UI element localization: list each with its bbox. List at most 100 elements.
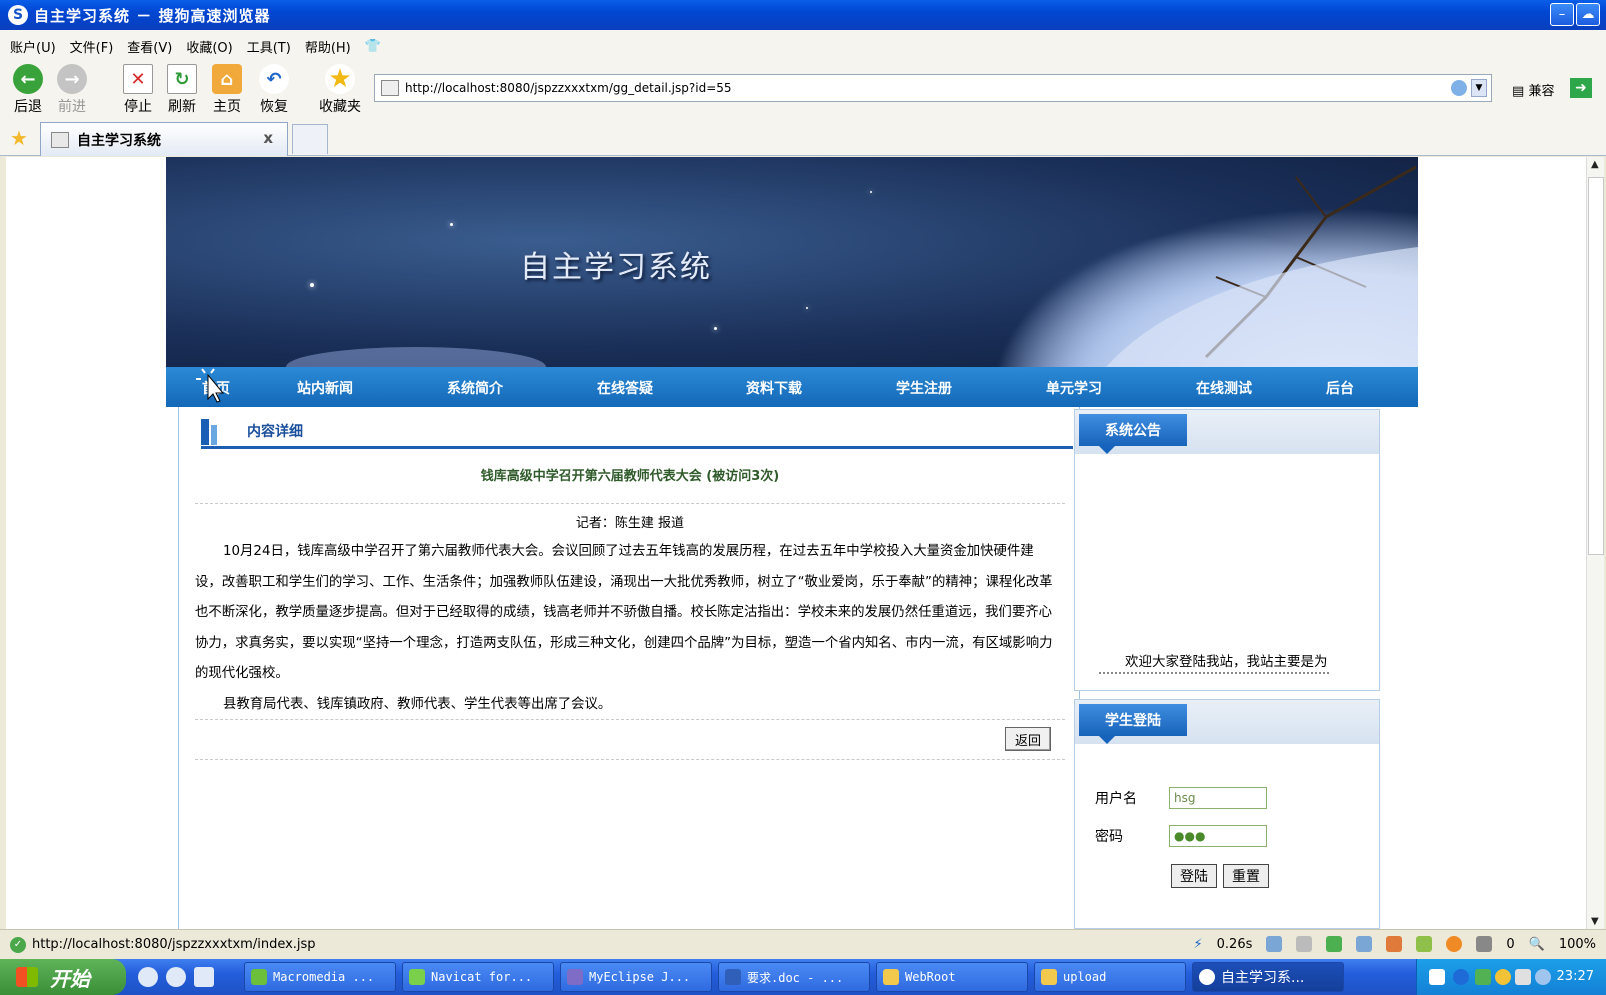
status-ok-icon: ✓ <box>10 936 26 953</box>
reset-button[interactable]: 重置 <box>1223 864 1269 888</box>
divider <box>195 759 1065 760</box>
menu-favorites[interactable]: 收藏(O) <box>186 37 232 56</box>
nav-register[interactable]: 学生注册 <box>896 378 952 398</box>
favorites-button[interactable]: ★ 收藏夹 <box>312 64 368 116</box>
undo-icon: ↶ <box>259 64 289 94</box>
refresh-icon: ↻ <box>167 64 197 94</box>
page-viewport: 自主学习系统 首页 站内新闻 系统简介 在线答疑 资料下载 学生注册 单元学习 … <box>6 157 1586 929</box>
forward-button[interactable]: → 前进 <box>48 64 96 116</box>
scroll-up-icon[interactable]: ▲ <box>1591 159 1599 170</box>
task-macromedia[interactable]: Macromedia ... <box>244 962 396 992</box>
article-title: 钱库高级中学召开第六届教师代表大会 (被访问3次) <box>480 469 780 484</box>
mouse-cursor-icon <box>196 368 225 403</box>
banner-title: 自主学习系统 <box>520 250 712 285</box>
site-banner: 自主学习系统 <box>166 157 1418 367</box>
vertical-scrollbar[interactable]: ▲ ▼ <box>1586 157 1604 929</box>
favorites-star-icon[interactable]: ★ <box>10 126 28 150</box>
minimize-button[interactable]: – <box>1550 3 1574 26</box>
refresh-button[interactable]: ↻ 刷新 <box>158 64 206 116</box>
shield-icon[interactable] <box>1476 936 1493 952</box>
start-button[interactable]: 开始 <box>0 959 126 995</box>
windows-logo-icon <box>16 967 38 987</box>
quicklaunch-icon[interactable] <box>194 967 214 987</box>
zoom-icon[interactable]: 🔍 <box>1529 937 1545 952</box>
password-input[interactable]: ●●● <box>1169 825 1267 847</box>
chevron-down-icon[interactable]: ▼ <box>1471 79 1487 97</box>
toolbar: ← 后退 → 前进 ✕ 停止 ↻ 刷新 ⌂ 主页 ↶ 恢复 ★ 收藏夹 http… <box>0 62 1606 120</box>
cloud-icon[interactable]: ☁ <box>1576 3 1600 26</box>
nav-qa[interactable]: 在线答疑 <box>597 378 653 398</box>
content-header: 内容详细 <box>201 415 1073 449</box>
tab-title: 自主学习系统 <box>77 132 161 149</box>
compat-mode-button[interactable]: ▤ 兼容 <box>1512 80 1554 99</box>
edit-icon[interactable] <box>1266 936 1283 952</box>
qq-icon[interactable] <box>1495 969 1511 985</box>
task-myeclipse[interactable]: MyEclipse J... <box>560 962 712 992</box>
security-icon[interactable] <box>1451 80 1467 96</box>
username-input[interactable]: hsg <box>1169 787 1267 809</box>
menu-account[interactable]: 账户(U) <box>10 37 56 56</box>
task-navicat[interactable]: Navicat for... <box>402 962 554 992</box>
restore-button[interactable]: ↶ 恢复 <box>250 64 298 116</box>
address-url[interactable]: http://localhost:8080/jspzzxxxtxm/gg_det… <box>405 81 732 95</box>
ie-icon[interactable] <box>138 967 158 987</box>
mouse-gesture-icon[interactable] <box>1296 936 1313 952</box>
search-tray-icon[interactable] <box>1535 969 1551 985</box>
home-button[interactable]: ⌂ 主页 <box>203 64 251 116</box>
nav-unit-study[interactable]: 单元学习 <box>1046 378 1102 398</box>
task-browser-active[interactable]: 自主学习系... <box>1192 962 1344 992</box>
nav-news[interactable]: 站内新闻 <box>297 378 353 398</box>
task-webroot-folder[interactable]: WebRoot <box>876 962 1028 992</box>
eye-care-icon[interactable] <box>1446 936 1463 952</box>
divider <box>195 503 1065 504</box>
network-icon[interactable] <box>1475 969 1491 985</box>
article-paragraph: 县教育局代表、钱库镇政府、教师代表、学生代表等出席了会议。 <box>223 696 612 712</box>
menu-bar: 账户(U) 文件(F) 查看(V) 收藏(O) 工具(T) 帮助(H) 👕 <box>0 30 1606 62</box>
menu-help[interactable]: 帮助(H) <box>305 37 351 56</box>
back-button[interactable]: 返回 <box>1005 727 1051 751</box>
task-upload-folder[interactable]: upload <box>1034 962 1186 992</box>
nav-admin[interactable]: 后台 <box>1326 378 1354 398</box>
notice-header: 系统公告 <box>1079 414 1187 454</box>
menu-view[interactable]: 查看(V) <box>127 37 172 56</box>
site-container: 自主学习系统 首页 站内新闻 系统简介 在线答疑 资料下载 学生注册 单元学习 … <box>166 157 1418 929</box>
article-byline: 记者：陈生建 报道 <box>575 516 685 531</box>
task-word-doc[interactable]: 要求.doc - ... <box>718 962 870 992</box>
zoom-level[interactable]: 100% <box>1559 937 1596 952</box>
login-button[interactable]: 登陆 <box>1171 864 1217 888</box>
back-button[interactable]: ← 后退 <box>4 64 52 116</box>
scroll-down-icon[interactable]: ▼ <box>1591 916 1599 927</box>
stop-button[interactable]: ✕ 停止 <box>114 64 162 116</box>
tab-active[interactable]: 自主学习系统 x <box>40 122 288 156</box>
notice-box: 系统公告 欢迎大家登陆我站，我站主要是为 <box>1074 409 1380 691</box>
menu-file[interactable]: 文件(F) <box>70 37 114 56</box>
window-icon[interactable] <box>1416 936 1433 952</box>
skin-icon[interactable]: 👕 <box>365 39 381 54</box>
scroll-thumb[interactable] <box>1588 177 1604 555</box>
menu-tools[interactable]: 工具(T) <box>247 37 291 56</box>
screenshot-icon[interactable] <box>1386 936 1403 952</box>
content-header-label: 内容详细 <box>247 424 303 440</box>
back-arrow-icon: ← <box>13 64 43 94</box>
tab-bar: ★ 自主学习系统 x <box>0 120 1606 156</box>
nav-download[interactable]: 资料下载 <box>746 378 802 398</box>
close-tab-icon[interactable]: x <box>263 129 273 147</box>
nav-online-test[interactable]: 在线测试 <box>1196 378 1252 398</box>
sogou-browser-icon[interactable] <box>166 967 186 987</box>
blocked-count: 0 <box>1506 936 1515 952</box>
go-button[interactable]: ➜ <box>1570 78 1592 98</box>
volume-icon[interactable] <box>1356 936 1373 952</box>
forward-arrow-icon: → <box>57 64 87 94</box>
new-tab-button[interactable] <box>292 124 328 154</box>
download-icon[interactable] <box>1326 936 1343 952</box>
volume-tray-icon[interactable] <box>1515 969 1531 985</box>
address-bar[interactable]: http://localhost:8080/jspzzxxxtxm/gg_det… <box>374 74 1492 102</box>
arrow-icon[interactable] <box>1453 969 1469 985</box>
stop-icon: ✕ <box>123 64 153 94</box>
nav-intro[interactable]: 系统简介 <box>447 378 503 398</box>
status-bar: ✓ http://localhost:8080/jspzzxxxtxm/inde… <box>0 929 1606 959</box>
keyboard-icon[interactable] <box>1429 969 1445 985</box>
page-icon <box>51 131 69 148</box>
article-paragraph: 10月24日，钱库高级中学召开了第六届教师代表大会。会议回顾了过去五年钱高的发展… <box>195 544 1053 681</box>
clock: 23:27 <box>1556 969 1594 984</box>
